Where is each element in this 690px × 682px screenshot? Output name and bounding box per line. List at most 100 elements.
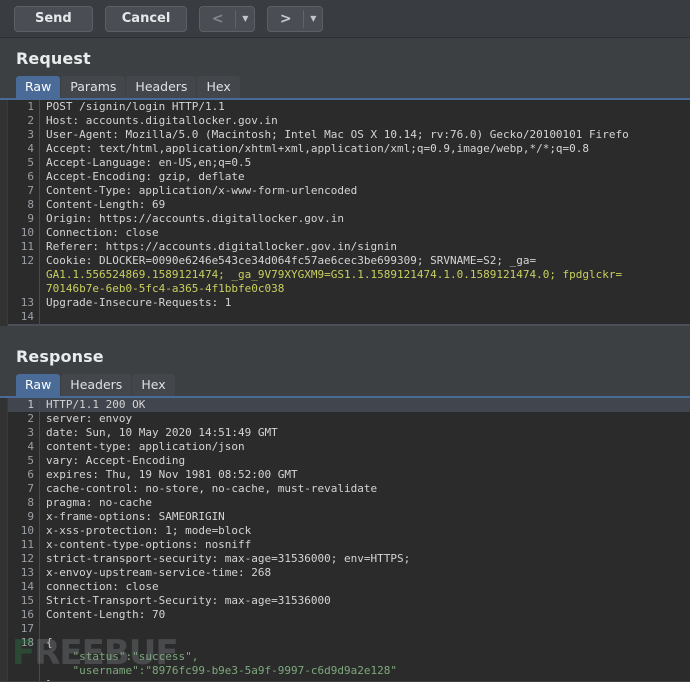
code-line: 11 x-content-type-options: nosniff [0, 538, 690, 552]
line-text: HTTP/1.1 200 OK [46, 398, 146, 411]
next-request-button[interactable]: > ▼ [267, 5, 324, 32]
code-line: 8 Content-Length: 69 [0, 198, 690, 212]
line-number: 8 [7, 496, 40, 510]
line-text: Origin: https://accounts.digitallocker.g… [46, 212, 345, 225]
tab-response-raw[interactable]: Raw [16, 374, 61, 396]
code-line: 13 x-envoy-upstream-service-time: 268 [0, 566, 690, 580]
line-text: Content-Length: 70 [46, 608, 166, 621]
line-text: content-type: application/json [46, 440, 245, 453]
code-line: 7 cache-control: no-store, no-cache, must… [0, 482, 690, 496]
line-number: 7 [7, 482, 40, 496]
line-text: Connection: close [46, 226, 159, 239]
line-number [7, 650, 40, 664]
line-number: 9 [7, 510, 40, 524]
response-panel: Response Raw Headers Hex 1 HTTP/1.1 200 O… [0, 336, 690, 681]
line-number: 16 [7, 608, 40, 622]
cancel-button[interactable]: Cancel [104, 5, 188, 32]
tab-request-params[interactable]: Params [61, 76, 126, 98]
code-line: 1 POST /signin/login HTTP/1.1 [0, 100, 690, 114]
line-text: connection: close [46, 580, 159, 593]
line-text: GA1.1.556524869.1589121474; _ga_9V79XYGX… [46, 268, 623, 281]
code-line: 7 Content-Type: application/x-www-form-ur… [0, 184, 690, 198]
chevron-left-icon: < [211, 10, 224, 27]
line-number: 8 [7, 198, 40, 212]
code-line: 12 strict-transport-security: max-age=315… [0, 552, 690, 566]
tab-response-headers[interactable]: Headers [61, 374, 132, 396]
code-line: 3 User-Agent: Mozilla/5.0 (Macintosh; Int… [0, 128, 690, 142]
chevron-right-icon: > [279, 10, 292, 27]
request-raw-editor[interactable]: 1 POST /signin/login HTTP/1.1 2 Host: accou… [0, 100, 690, 326]
line-number: 10 [7, 226, 40, 240]
line-text: Content-Length: 69 [46, 198, 166, 211]
line-number: 6 [7, 468, 40, 482]
line-text: cache-control: no-store, no-cache, must-… [46, 482, 378, 495]
line-number: 2 [7, 412, 40, 426]
code-line: 70146b7e-6eb0-5fc4-a365-4f1bbfe0c038 [0, 282, 690, 296]
line-text: POST /signin/login HTTP/1.1 [46, 100, 225, 113]
line-number: 10 [7, 524, 40, 538]
editor-gutter-rail [0, 398, 8, 681]
code-line: 16 Content-Length: 70 [0, 608, 690, 622]
tab-response-hex[interactable]: Hex [132, 374, 175, 396]
line-text: server: envoy [46, 412, 133, 425]
line-number: 13 [7, 566, 40, 580]
code-line: 2 server: envoy [0, 412, 690, 426]
line-number: 9 [7, 212, 40, 226]
code-line: 11 Referer: https://accounts.digitallocke… [0, 240, 690, 254]
line-text: Content-Type: application/x-www-form-url… [46, 184, 358, 197]
code-line: GA1.1.556524869.1589121474; _ga_9V79XYGX… [0, 268, 690, 282]
line-text: loginTxn=ODk3NmZjOTktYjllMy01YTlmLTk5OTc… [40, 324, 503, 326]
line-text: } [40, 678, 53, 681]
panel-divider[interactable] [0, 326, 690, 336]
line-number: 17 [7, 622, 40, 636]
tab-request-headers[interactable]: Headers [126, 76, 197, 98]
line-text: 70146b7e-6eb0-5fc4-a365-4f1bbfe0c038 [46, 282, 285, 295]
line-number: 3 [7, 128, 40, 142]
line-number: 2 [7, 114, 40, 128]
code-line: 9 Origin: https://accounts.digitallocker.… [0, 212, 690, 226]
code-line: 10 x-xss-protection: 1; mode=block [0, 524, 690, 538]
line-text: Accept-Encoding: gzip, deflate [46, 170, 245, 183]
line-text: Strict-Transport-Security: max-age=31536… [46, 594, 331, 607]
line-text: expires: Thu, 19 Nov 1981 08:52:00 GMT [46, 468, 298, 481]
toolbar: Send Cancel < ▼ > ▼ [0, 0, 690, 38]
line-number: 1 [7, 100, 40, 114]
line-text: Upgrade-Insecure-Requests: 1 [46, 296, 232, 309]
line-number: 11 [7, 240, 40, 254]
chevron-down-icon[interactable]: ▼ [236, 7, 254, 31]
tab-request-raw[interactable]: Raw [16, 76, 61, 98]
line-text: x-xss-protection: 1; mode=block [46, 524, 252, 537]
line-text: x-content-type-options: nosniff [46, 538, 252, 551]
line-text: x-frame-options: SAMEORIGIN [46, 510, 225, 523]
code-line: 14 [0, 310, 690, 324]
code-line: 18 { [0, 636, 690, 650]
tab-request-hex[interactable]: Hex [197, 76, 240, 98]
code-line: 17 [0, 622, 690, 636]
code-line: 4 content-type: application/json [0, 440, 690, 454]
response-raw-viewer[interactable]: 1 HTTP/1.1 200 OK 2 server: envoy 3 date: Sun… [0, 398, 690, 681]
line-number: 4 [7, 440, 40, 454]
line-number: 7 [7, 184, 40, 198]
previous-request-button[interactable]: < ▼ [199, 5, 256, 32]
line-number: 13 [7, 296, 40, 310]
line-text: date: Sun, 10 May 2020 14:51:49 GMT [46, 426, 278, 439]
line-text: Accept: text/html,application/xhtml+xml,… [46, 142, 590, 155]
line-number: 18 [7, 636, 40, 650]
line-number: 4 [7, 142, 40, 156]
line-text: vary: Accept-Encoding [46, 454, 186, 467]
send-button[interactable]: Send [14, 5, 93, 32]
line-number: 6 [7, 170, 40, 184]
code-line: 5 Accept-Language: en-US,en;q=0.5 [0, 156, 690, 170]
line-number: 14 [7, 310, 40, 324]
chevron-down-icon[interactable]: ▼ [304, 7, 322, 31]
line-number: 15 [7, 324, 40, 326]
line-text: Cookie: DLOCKER=0090e6246e543ce34d064fc5… [46, 254, 537, 267]
code-line: 15loginTxn=ODk3NmZjOTktYjllMy01YTlmLTk5O… [0, 324, 690, 326]
request-panel: Request Raw Params Headers Hex 1 POST /si… [0, 38, 690, 326]
code-line: 10 Connection: close [0, 226, 690, 240]
code-line: 2 Host: accounts.digitallocker.gov.in [0, 114, 690, 128]
line-text: x-envoy-upstream-service-time: 268 [46, 566, 272, 579]
code-line: 4 Accept: text/html,application/xhtml+xml… [0, 142, 690, 156]
code-line: 6 Accept-Encoding: gzip, deflate [0, 170, 690, 184]
line-number: 11 [7, 538, 40, 552]
